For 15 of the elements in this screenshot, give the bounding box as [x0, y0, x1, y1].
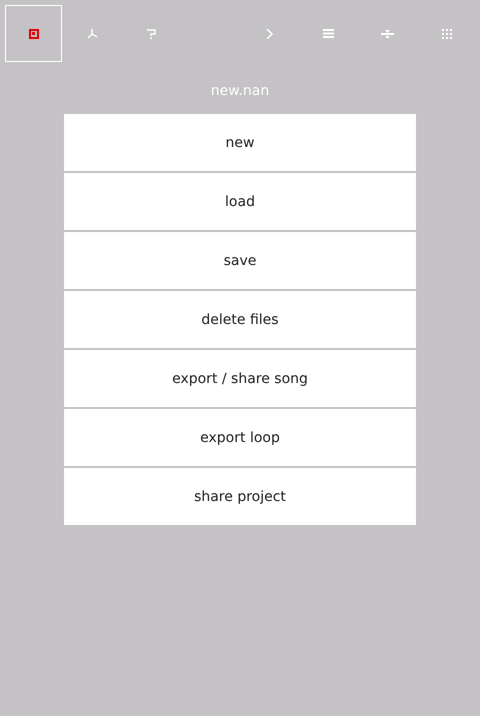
toolbar-tab[interactable] [5, 5, 62, 62]
menu-item[interactable]: export / share song [64, 350, 416, 407]
menu-icon [323, 29, 334, 38]
menu-item[interactable]: export loop [64, 409, 416, 466]
project-title: new.nan [210, 83, 270, 100]
chevron-icon [266, 28, 274, 38]
menu-item[interactable]: load [64, 173, 416, 230]
menu-item[interactable]: save [64, 232, 416, 289]
question-icon [147, 28, 156, 38]
grid-icon [442, 28, 452, 38]
menu-item[interactable]: share project [64, 468, 416, 525]
menu-item[interactable]: delete files [64, 291, 416, 348]
menu-item[interactable]: new [64, 114, 416, 171]
collapse-icon [381, 30, 394, 38]
square-icon [28, 28, 38, 38]
